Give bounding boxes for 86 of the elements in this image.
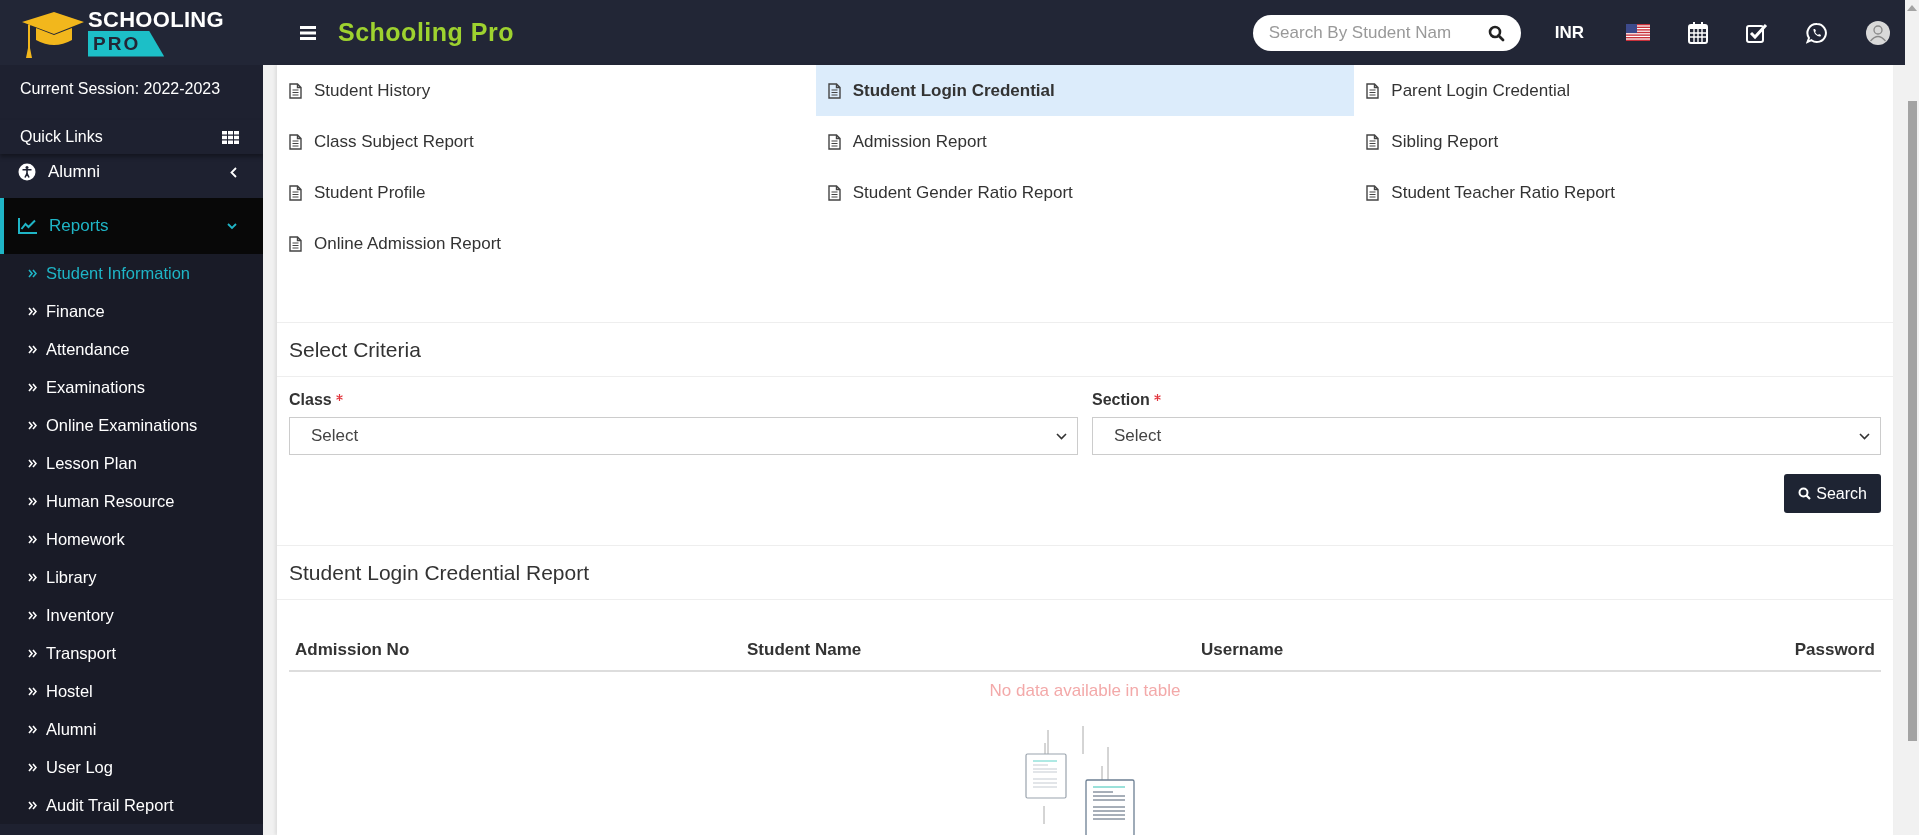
report-link[interactable]: Student Login Credential	[815, 65, 1355, 116]
double-chevron-icon	[28, 724, 37, 734]
document-icon	[827, 133, 841, 150]
sidebar-submenu-item[interactable]: Student Information	[0, 254, 263, 292]
document-icon	[827, 82, 841, 99]
currency-selector[interactable]: INR	[1554, 22, 1584, 43]
report-link[interactable]: Parent Login Credential	[1354, 65, 1893, 116]
document-icon	[289, 235, 302, 252]
double-chevron-icon	[28, 458, 37, 468]
report-link[interactable]: Student Profile	[277, 167, 816, 218]
chevron-left-icon	[230, 166, 237, 178]
document-icon	[1366, 133, 1380, 150]
document-icon	[289, 133, 302, 150]
line-chart-icon	[18, 218, 37, 234]
sidebar-submenu-item[interactable]: Attendance	[0, 330, 263, 368]
section-title: Select Criteria	[289, 337, 421, 362]
sidebar-submenu-item[interactable]: Human Resource	[0, 482, 263, 520]
double-chevron-icon	[28, 344, 37, 354]
menu-icon[interactable]	[300, 25, 316, 40]
report-link[interactable]: Student History	[277, 65, 816, 116]
document-icon	[1366, 184, 1380, 201]
field-label: Class	[289, 391, 332, 409]
report-link[interactable]: Student Teacher Ratio Report	[1354, 167, 1893, 218]
document-icon	[1366, 82, 1380, 99]
whatsapp-icon[interactable]	[1806, 21, 1828, 44]
report-link[interactable]: Admission Report	[815, 116, 1355, 167]
document-icon	[827, 184, 841, 201]
double-chevron-icon	[28, 306, 37, 316]
sidebar-submenu-item[interactable]: Homework	[0, 520, 263, 558]
column-header[interactable]: Admission No	[289, 640, 687, 660]
report-link[interactable]: Class Subject Report	[277, 116, 816, 167]
double-chevron-icon	[28, 800, 37, 810]
grid-icon[interactable]	[222, 130, 239, 144]
column-header[interactable]: Password	[1788, 640, 1881, 660]
checkbox-icon[interactable]	[1746, 22, 1768, 43]
double-chevron-icon	[28, 420, 37, 430]
app-title: Schooling Pro	[338, 18, 514, 47]
double-chevron-icon	[28, 686, 37, 696]
search-icon	[1798, 487, 1812, 500]
sidebar-submenu-item[interactable]: User Log	[0, 748, 263, 786]
double-chevron-icon	[28, 610, 37, 620]
select-dropdown[interactable]: Select	[289, 417, 1078, 455]
empty-table-message: No data available in table	[989, 681, 1181, 700]
sidebar-menu-item[interactable]: Reports	[0, 198, 263, 254]
chevron-down-icon	[227, 222, 237, 230]
sidebar-submenu-item[interactable]: Inventory	[0, 596, 263, 634]
sidebar-submenu-item[interactable]: Audit Trail Report	[0, 786, 263, 824]
sidebar-submenu-item[interactable]: Alumni	[0, 710, 263, 748]
sidebar-menu-item[interactable]: Alumni	[0, 154, 263, 190]
double-chevron-icon	[28, 268, 37, 278]
us-flag-icon[interactable]	[1626, 24, 1650, 41]
document-icon	[289, 184, 302, 201]
current-session: Current Session: 2022-2023	[20, 80, 221, 97]
sidebar-submenu-item[interactable]: Online Examinations	[0, 406, 263, 444]
logo-badge: PRO	[88, 30, 165, 57]
quick-links-label: Quick Links	[20, 128, 103, 146]
sidebar-submenu-item[interactable]: Finance	[0, 292, 263, 330]
double-chevron-icon	[28, 382, 37, 392]
double-chevron-icon	[28, 496, 37, 506]
report-link[interactable]: Student Gender Ratio Report	[815, 167, 1355, 218]
column-header[interactable]: Username	[1085, 640, 1483, 660]
chevron-down-icon	[1056, 432, 1067, 440]
sidebar-submenu-item[interactable]: Transport	[0, 634, 263, 672]
column-header[interactable]: Student Name	[687, 640, 1085, 660]
search-icon[interactable]	[1487, 24, 1505, 42]
report-link[interactable]: Online Admission Report	[277, 218, 816, 269]
accessibility-icon	[18, 163, 36, 181]
double-chevron-icon	[28, 762, 37, 772]
logo-wordmark: SCHOOLING	[88, 8, 224, 31]
document-icon	[289, 82, 302, 99]
section-title: Student Login Credential Report	[289, 560, 590, 585]
sidebar-submenu-item[interactable]: Lesson Plan	[0, 444, 263, 482]
double-chevron-icon	[28, 534, 37, 544]
chevron-down-icon	[1859, 432, 1870, 440]
report-link[interactable]: Sibling Report	[1354, 116, 1893, 167]
select-dropdown[interactable]: Select	[1092, 417, 1881, 455]
double-chevron-icon	[28, 648, 37, 658]
double-chevron-icon	[28, 572, 37, 582]
sidebar-submenu-item[interactable]: Library	[0, 558, 263, 596]
field-label: Section	[1092, 391, 1150, 409]
search-field[interactable]: Search By Student Nam	[1252, 14, 1521, 51]
calendar-icon[interactable]	[1688, 21, 1708, 44]
sidebar-submenu-item[interactable]: Hostel	[0, 672, 263, 710]
avatar-icon[interactable]	[1866, 20, 1890, 45]
sidebar-submenu-item[interactable]: Examinations	[0, 368, 263, 406]
search-button[interactable]: Search	[1784, 474, 1881, 513]
